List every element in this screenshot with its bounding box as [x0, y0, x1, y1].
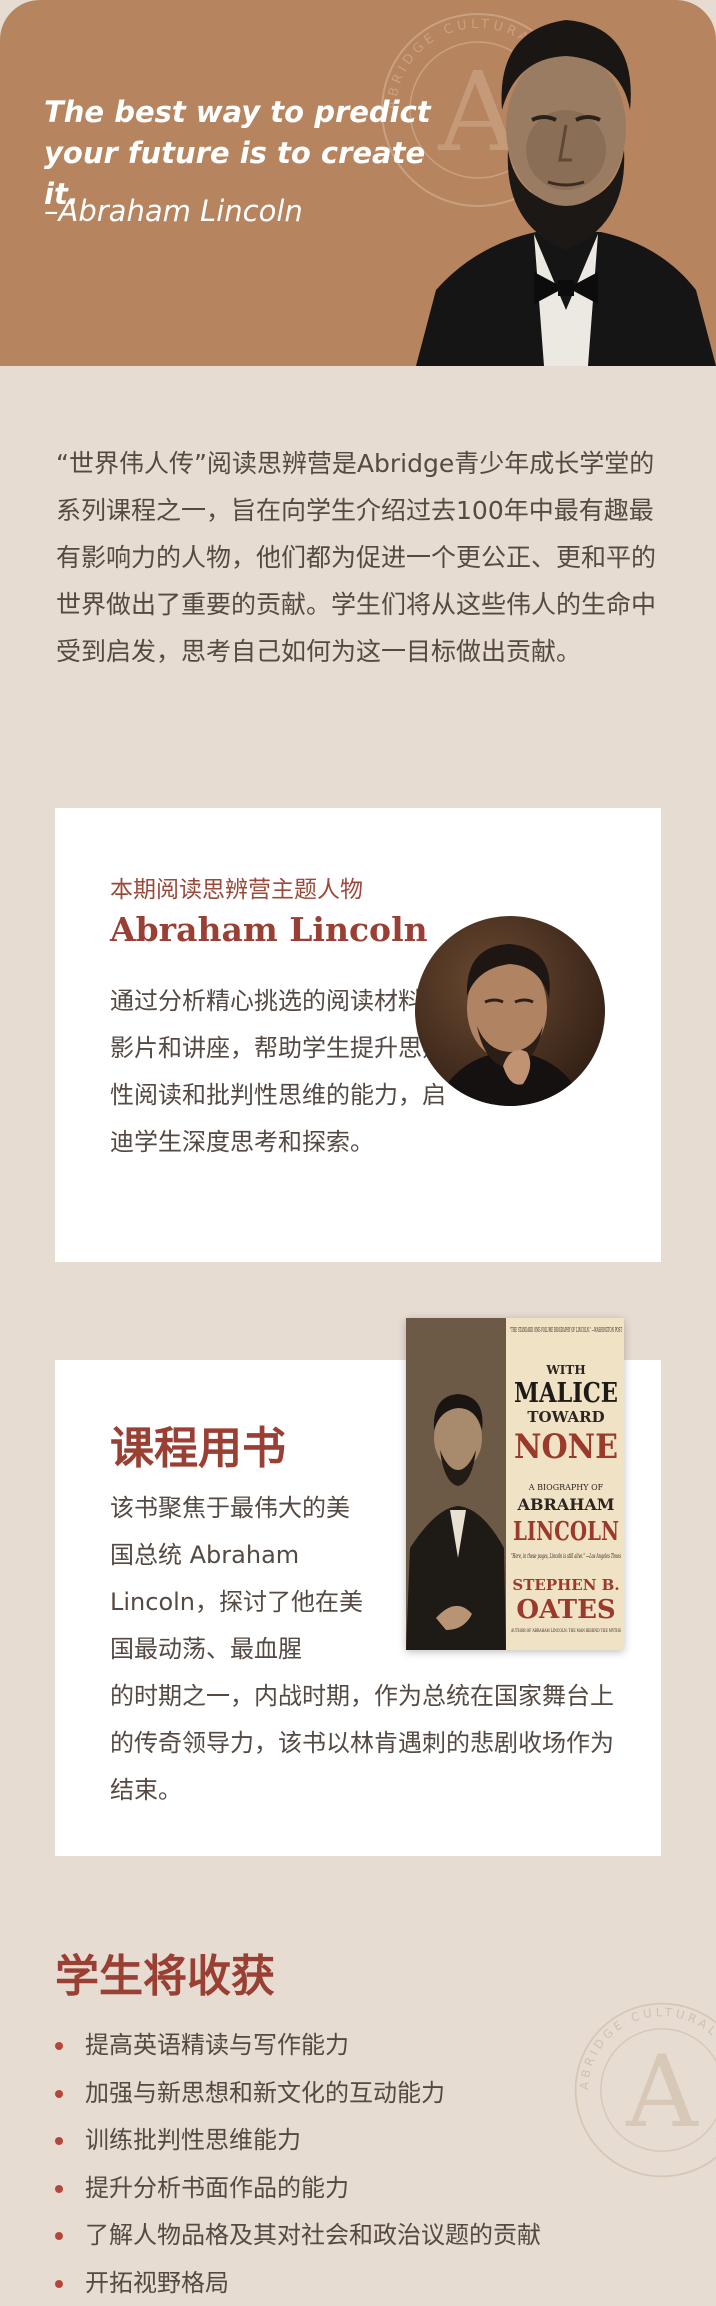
seal-letter: A [625, 2035, 699, 2150]
book-title-line4: NONE [514, 1427, 618, 1467]
theme-description: 通过分析精心挑选的阅读材料、影片和讲座，帮助学生提升思辨性阅读和批判性思维的能力… [110, 987, 446, 1156]
list-item: 开拓视野格局 [55, 2260, 615, 2306]
theme-eyebrow: 本期阅读思辨营主题人物 [110, 877, 363, 903]
book-author-line1: STEPHEN B. [512, 1576, 619, 1594]
student-gains-list: 提高英语精读与写作能力 加强与新思想和新文化的互动能力 训练批判性思维能力 提升… [55, 2022, 615, 2306]
list-item: 训练批判性思维能力 [55, 2117, 615, 2165]
book-title-line2: MALICE [514, 1378, 618, 1409]
book-desc-part1: 该书聚焦于最伟大的美国总统 Abraham Lincoln，探讨了他在美国最动荡… [110, 1494, 364, 1663]
list-item: 提高英语精读与写作能力 [55, 2022, 615, 2070]
list-item: 提升分析书面作品的能力 [55, 2165, 615, 2213]
book-name-line2: LINCOLN [513, 1517, 619, 1547]
book-cover-with-malice-toward-none: "THE STANDARD ONE-VOLUME BIOGRAPHY OF LI… [406, 1318, 624, 1650]
theme-person-card: 本期阅读思辨营主题人物 Abraham Lincoln 通过分析精心挑选的阅读材… [55, 808, 661, 1262]
program-intro-text: “世界伟人传”阅读思辨营是Abridge青少年成长学堂的系列课程之一，旨在向学生… [56, 449, 657, 666]
book-title-line1: WITH [545, 1363, 585, 1377]
brand-seal-watermark-footer: ABRIDGE CULTURAL CONSULTING A [574, 2002, 716, 2178]
list-item: 了解人物品格及其对社会和政治议题的贡献 [55, 2212, 615, 2260]
lincoln-painting-portrait [415, 916, 605, 1106]
book-author-line2: OATES [516, 1595, 615, 1625]
book-quote: "Here, in these pages, Lincoln is still … [511, 1553, 621, 1560]
book-name-line1: ABRAHAM [517, 1495, 615, 1514]
book-title-line3: TOWARD [527, 1408, 604, 1426]
book-subtitle: A BIOGRAPHY OF [528, 1483, 604, 1492]
book-blurb-top: "THE STANDARD ONE-VOLUME BIOGRAPHY OF LI… [510, 1327, 622, 1334]
list-item: 加强与新思想和新文化的互动能力 [55, 2070, 615, 2118]
hero-banner: ABRIDGE CULTURAL CONSULTING A The best w… [0, 0, 716, 366]
lincoln-portrait-photo [416, 20, 716, 366]
book-desc-part2: 的时期之一，内战时期，作为总统在国家舞台上的传奇领导力，该书以林肯遇刺的悲剧收场… [110, 1682, 614, 1804]
book-author-note: AUTHOR OF ABRAHAM LINCOLN: THE MAN BEHIN… [510, 1628, 621, 1634]
course-book-heading: 课程用书 [110, 1423, 286, 1474]
student-gains-heading: 学生将收获 [55, 1951, 275, 2002]
hero-quote-author: –Abraham Lincoln [44, 194, 303, 228]
theme-person-name: Abraham Lincoln [110, 910, 428, 949]
